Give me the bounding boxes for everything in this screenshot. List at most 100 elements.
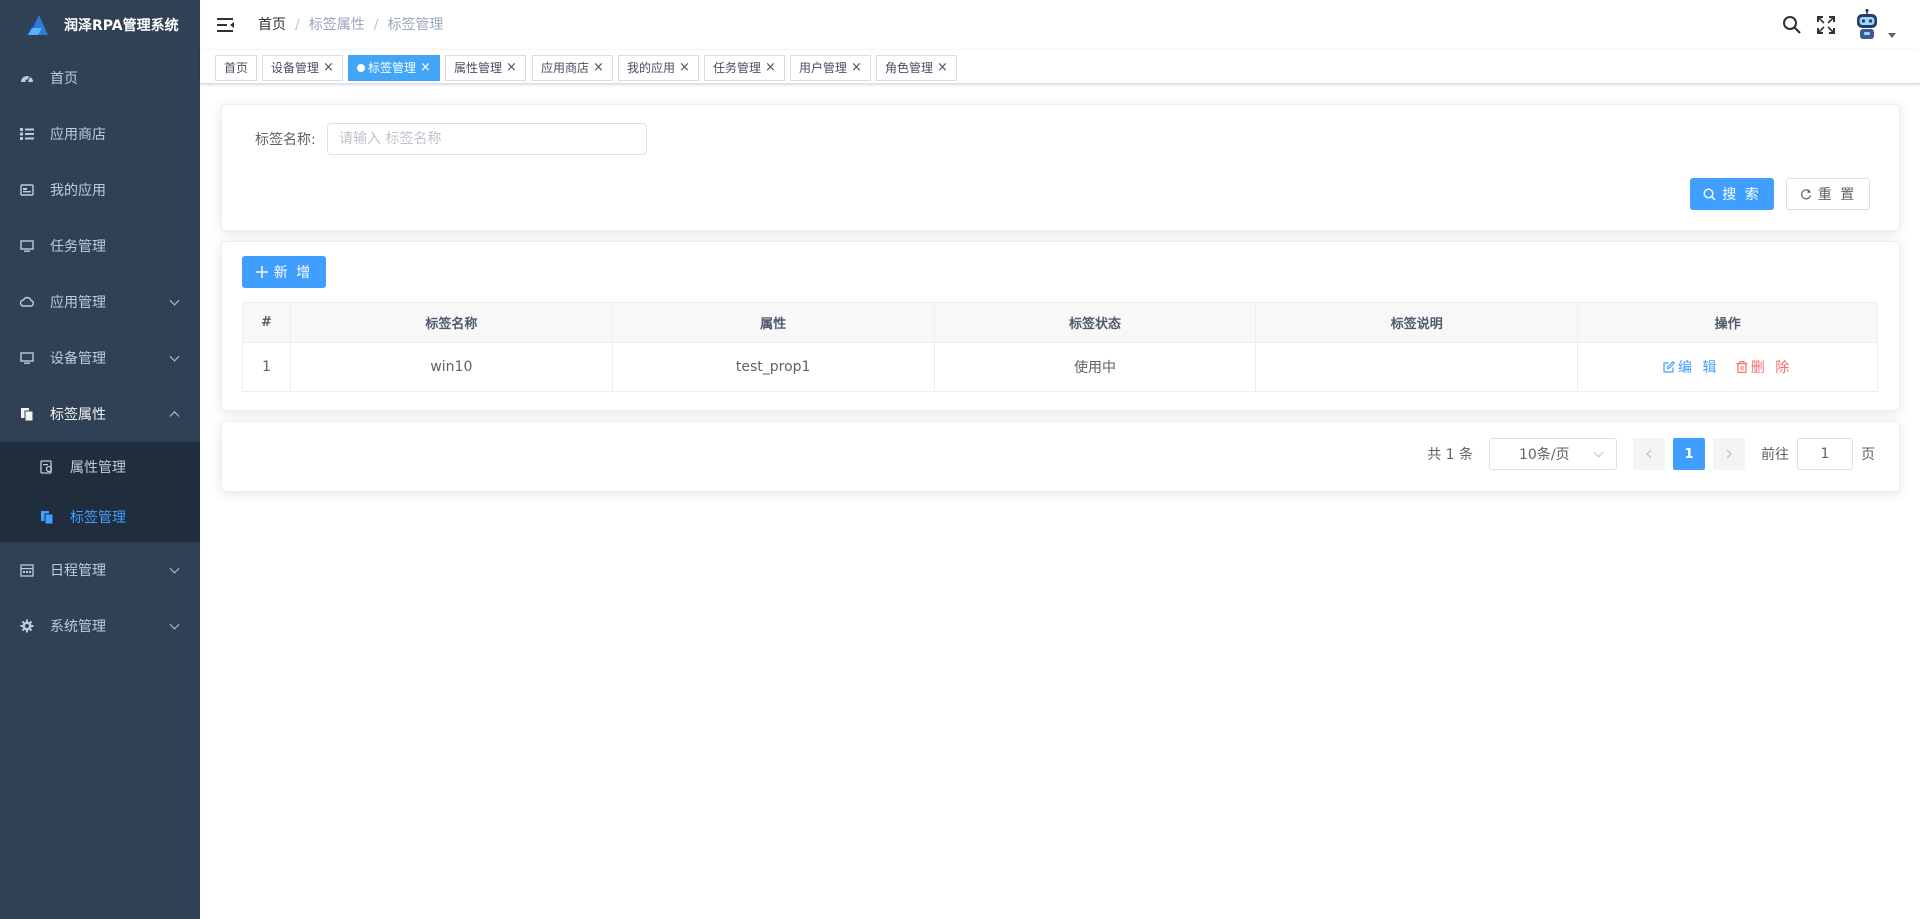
dashboard-icon [20,71,34,85]
avatar[interactable] [1850,8,1884,42]
next-page-button[interactable] [1713,438,1745,470]
sidebar-item-tag-attributes[interactable]: 标签属性 [0,386,200,442]
close-icon[interactable]: × [593,56,604,80]
sidebar-item-my-apps[interactable]: 我的应用 [0,162,200,218]
sidebar-item-label: 应用商店 [50,127,106,143]
chevron-down-icon [169,351,180,362]
column-header-tag-description: 标签说明 [1255,302,1579,343]
close-icon[interactable]: × [851,56,862,80]
sidebar: 润泽RPA管理系统 首页 应用商店 我的应用 任务管理 应用管理 设备管理 标签… [0,0,200,919]
table-header-row: # 标签名称 属性 标签状态 标签说明 操作 [242,302,1878,343]
list-icon [20,127,34,141]
edit-icon [1663,361,1675,373]
refresh-icon [1800,189,1811,200]
sidebar-item-label: 系统管理 [50,619,106,635]
breadcrumb-item-tag-attributes: 标签属性 [308,17,365,33]
tag-label: 应用商店 [541,61,590,75]
copy-icon [20,407,34,421]
tag-role-management[interactable]: 角色管理 × [876,55,957,81]
page-size-select[interactable]: 10条/页 [1489,438,1617,470]
page-size-value: 10条/页 [1519,447,1570,463]
navbar: 首页 / 标签属性 / 标签管理 [200,0,1920,50]
tag-label: 标签管理 [368,61,417,75]
trash-icon [1736,361,1748,373]
tags-view: 首页 设备管理 × 标签管理 × 属性管理 × 应用商店 × 我的应用 × 任务管理 × 用… [200,50,1920,84]
chevron-down-icon [169,619,180,630]
chevron-down-icon [169,563,180,574]
logo-icon [26,15,48,35]
sidebar-item-label: 我的应用 [50,183,106,199]
caret-down-icon[interactable] [1888,32,1896,38]
sidebar-item-attribute-management[interactable]: 属性管理 [0,442,200,492]
tag-user-management[interactable]: 用户管理 × [790,55,871,81]
sidebar-item-task-management[interactable]: 任务管理 [0,218,200,274]
tag-label: 我的应用 [627,61,676,75]
fullscreen-icon[interactable] [1816,15,1836,35]
delete-label: 删 除 [1750,360,1793,376]
page-number-button[interactable]: 1 [1673,438,1705,470]
sidebar-item-tag-management[interactable]: 标签管理 [0,492,200,542]
chevron-left-icon [1646,449,1652,459]
search-icon [1703,187,1716,200]
sidebar-item-label: 日程管理 [50,563,106,579]
edit-button[interactable]: 编 辑 [1663,357,1719,377]
close-icon[interactable]: × [323,56,334,80]
sidebar-item-system-management[interactable]: 系统管理 [0,598,200,654]
close-icon[interactable]: × [937,56,948,80]
cell-tag-description [1255,342,1579,392]
page-suffix-label: 页 [1861,447,1875,463]
breadcrumb: 首页 / 标签属性 / 标签管理 [258,16,443,34]
add-button[interactable]: 新 增 [242,256,326,288]
tag-home[interactable]: 首页 [215,55,258,81]
close-icon[interactable]: × [679,56,690,80]
reset-button-label: 重 置 [1817,187,1857,203]
pagination-total: 共 1 条 [1427,447,1473,463]
search-button-label: 搜 索 [1722,187,1761,203]
chevron-right-icon [1726,449,1732,459]
edit-label: 编 辑 [1677,360,1720,376]
tag-device-management[interactable]: 设备管理 × [262,55,343,81]
monitor-icon [20,239,34,253]
tag-label: 设备管理 [271,61,320,75]
close-icon[interactable]: × [506,56,517,80]
table-card: 新 增 # 标签名称 属性 标签状态 标签说明 操作 1 win10 test_… [221,241,1900,411]
reset-button[interactable]: 重 置 [1786,178,1870,210]
column-header-tag-name: 标签名称 [289,302,613,343]
edit-doc-icon [40,460,54,474]
close-icon[interactable]: × [420,56,431,80]
calendar-icon [20,563,34,577]
sidebar-item-app-management[interactable]: 应用管理 [0,274,200,330]
close-icon[interactable]: × [765,56,776,80]
submenu-tag-attributes: 属性管理 标签管理 [0,442,200,542]
search-icon[interactable] [1782,15,1802,35]
chevron-down-icon [1593,447,1604,458]
sidebar-item-home[interactable]: 首页 [0,50,200,106]
sidebar-item-device-management[interactable]: 设备管理 [0,330,200,386]
tag-attribute-management[interactable]: 属性管理 × [445,55,526,81]
hamburger-icon[interactable] [217,16,235,34]
chevron-down-icon [169,295,180,306]
prev-page-button[interactable] [1633,438,1665,470]
sidebar-item-label: 应用管理 [50,295,106,311]
tag-tag-management[interactable]: 标签管理 × [348,55,440,81]
sidebar-item-app-store[interactable]: 应用商店 [0,106,200,162]
add-button-label: 新 增 [273,265,313,281]
tag-name-input[interactable] [327,123,647,155]
tag-task-management[interactable]: 任务管理 × [704,55,785,81]
delete-button[interactable]: 删 除 [1736,357,1792,377]
logo[interactable]: 润泽RPA管理系统 [0,0,200,50]
sidebar-item-label: 设备管理 [50,351,106,367]
tag-my-apps[interactable]: 我的应用 × [618,55,699,81]
goto-page-input[interactable] [1797,438,1853,470]
tag-label: 属性管理 [454,61,503,75]
table-row: 1 win10 test_prop1 使用中 编 辑 删 除 [242,342,1878,392]
breadcrumb-separator: / [373,17,379,33]
sidebar-item-schedule-management[interactable]: 日程管理 [0,542,200,598]
breadcrumb-separator: / [295,17,300,33]
breadcrumb-item-home[interactable]: 首页 [258,16,286,34]
tag-label: 任务管理 [713,61,762,75]
tag-app-store[interactable]: 应用商店 × [532,55,613,81]
search-button[interactable]: 搜 索 [1690,178,1774,210]
tag-label: 角色管理 [885,61,934,75]
tag-label: 用户管理 [799,61,848,75]
